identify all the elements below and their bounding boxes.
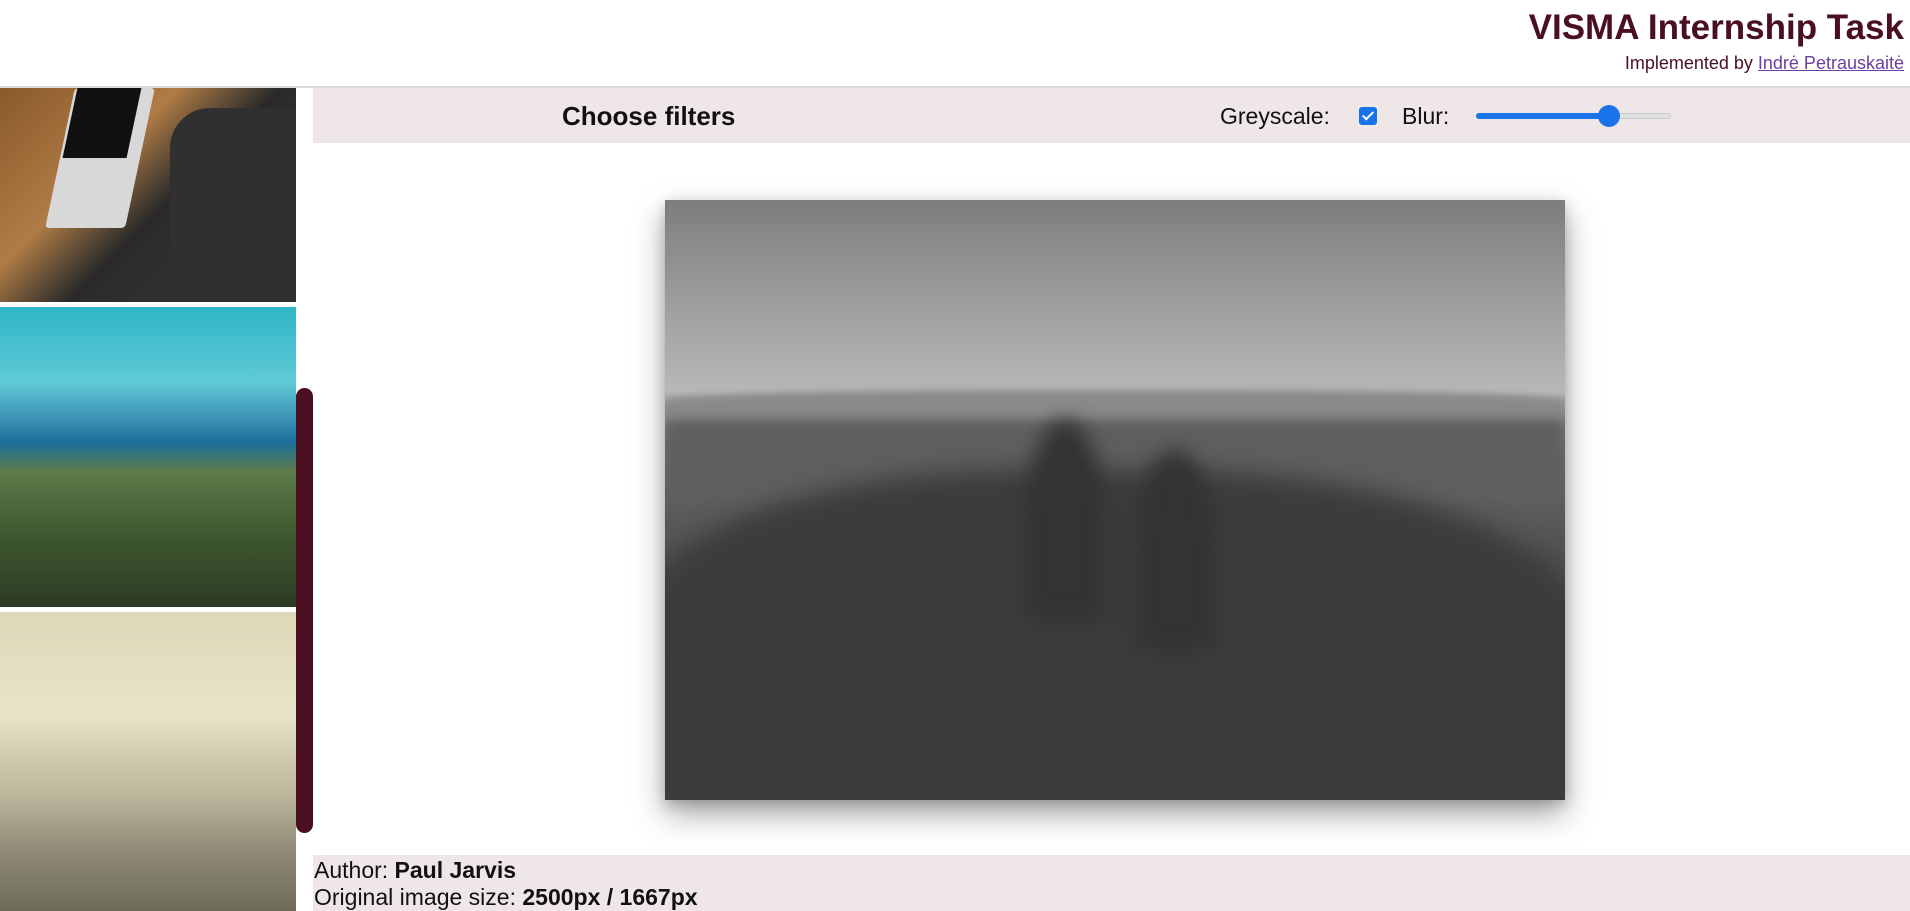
- greyscale-label: Greyscale:: [1220, 103, 1330, 129]
- sidebar-scrollbar[interactable]: [296, 388, 313, 833]
- thumbnail-laptop-desk[interactable]: [0, 88, 296, 302]
- thumbnail-beach[interactable]: [0, 612, 296, 911]
- image-sidebar: [0, 88, 313, 911]
- hills-shape: [665, 390, 1565, 418]
- greyscale-checkbox[interactable]: [1359, 107, 1377, 125]
- implemented-by: Implemented by Indrė Petrauskaitė: [1625, 53, 1904, 74]
- selected-image-preview: [665, 200, 1565, 800]
- blur-slider-fill: [1476, 113, 1609, 119]
- thumbnail-forest-lake[interactable]: [0, 307, 296, 607]
- filters-heading: Choose filters: [562, 101, 736, 131]
- blur-label: Blur:: [1402, 103, 1450, 129]
- blur-slider-thumb[interactable]: [1597, 105, 1620, 127]
- trees-shape: [665, 470, 1565, 800]
- author-name: Paul Jarvis: [394, 857, 517, 883]
- tree-peak-shape: [1135, 450, 1215, 650]
- size-value: 2500px / 1667px: [522, 884, 698, 910]
- size-row: Original image size: 2500px / 1667px: [314, 884, 698, 911]
- main-preview: [313, 143, 1910, 855]
- author-row: Author: Paul Jarvis: [314, 857, 516, 884]
- page-title: VISMA Internship Task: [1528, 8, 1904, 47]
- implemented-by-label: Implemented by: [1624, 53, 1758, 73]
- author-label: Author:: [314, 857, 395, 883]
- image-info-bar: Author: Paul Jarvis Original image size:…: [313, 855, 1910, 911]
- size-label: Original image size:: [314, 884, 523, 910]
- person-shape: [170, 108, 296, 302]
- blur-slider[interactable]: [1476, 105, 1671, 127]
- author-link[interactable]: Indrė Petrauskaitė: [1758, 53, 1904, 73]
- tree-peak-shape: [1025, 420, 1105, 620]
- app-header: VISMA Internship Task Implemented by Ind…: [0, 0, 1910, 88]
- filter-bar: Choose filters Greyscale: Blur:: [313, 88, 1910, 143]
